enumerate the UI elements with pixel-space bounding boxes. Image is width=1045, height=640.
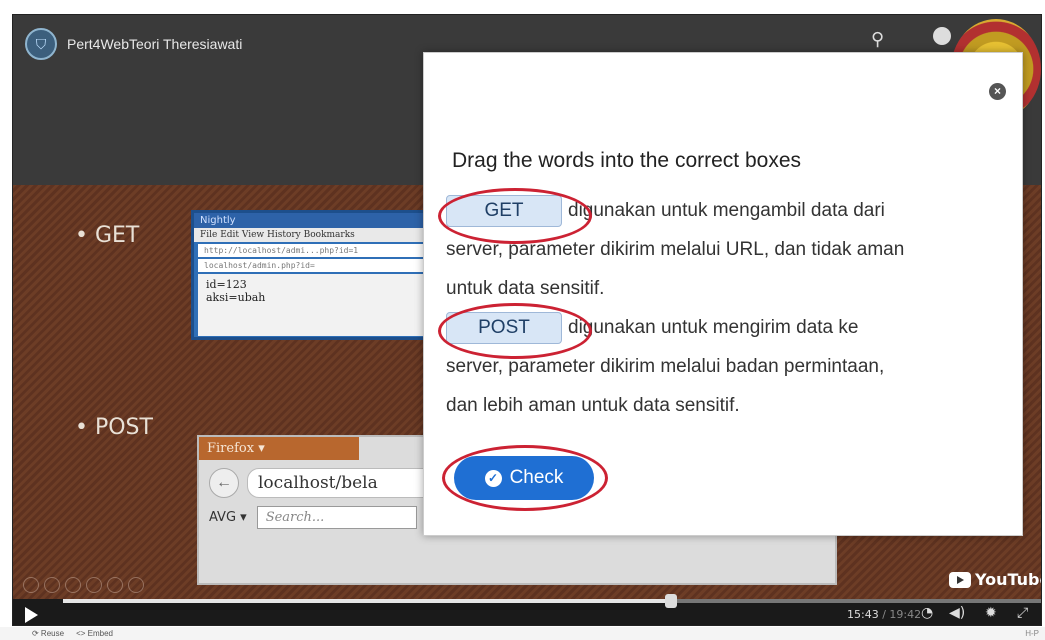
annotation-toolbar	[23, 577, 144, 593]
youtube-play-icon	[949, 571, 971, 588]
page-footer: ⟳ Reuse <> Embed H-P	[0, 627, 1045, 640]
avg-label: AVG ▾	[209, 510, 247, 525]
video-player: ⛉ Pert4WebTeori Theresiawati ⚲ • GET • P…	[12, 14, 1042, 626]
watch-later-icon[interactable]	[933, 27, 951, 45]
progress-fill	[63, 599, 671, 603]
screenshot-tab: Firefox ▾	[199, 437, 359, 460]
screenshot-url-2: localhost/admin.php?id=	[198, 259, 424, 272]
check-button[interactable]: ✓ Check	[454, 456, 594, 500]
task-line: server, parameter dikirim melalui badan …	[446, 356, 885, 377]
drop-box-post[interactable]: POST	[446, 311, 562, 344]
task-line: server, parameter dikirim melalui URL, d…	[446, 239, 905, 260]
drop-box-get[interactable]: GET	[446, 194, 562, 227]
youtube-logo[interactable]: YouTube	[949, 570, 1041, 589]
video-title[interactable]: Pert4WebTeori Theresiawati	[67, 36, 242, 52]
screenshot-body-line: aksi=ubah	[206, 291, 266, 305]
task-line: POST digunakan untuk mengirim data ke	[446, 308, 1006, 347]
tool-icon[interactable]	[128, 577, 144, 593]
time-display: 15:43 / 19:42	[847, 608, 921, 621]
check-button-label: Check	[509, 467, 564, 488]
current-time: 15:43	[847, 608, 879, 621]
search-icon[interactable]: ⚲	[871, 29, 884, 50]
progress-scrubber[interactable]	[664, 594, 677, 608]
progress-bar[interactable]	[63, 594, 1041, 608]
browser-screenshot-get: Nightly File Edit View History Bookmarks…	[191, 210, 431, 340]
task-text: digunakan untuk mengambil data dari	[568, 200, 885, 221]
modal-title: Drag the words into the correct boxes	[452, 149, 802, 172]
drag-task-text: GET digunakan untuk mengambil data dari s…	[446, 191, 1006, 425]
tool-icon[interactable]	[23, 577, 39, 593]
tool-icon[interactable]	[44, 577, 60, 593]
screenshot-title: Nightly	[194, 213, 428, 228]
screenshot-url: http://localhost/admi...php?id=1	[198, 244, 424, 257]
play-icon[interactable]	[25, 607, 38, 623]
bullet-post: • POST	[75, 415, 153, 440]
tool-icon[interactable]	[86, 577, 102, 593]
task-line: untuk data sensitif.	[446, 278, 605, 299]
task-line: dan lebih aman untuk data sensitif.	[446, 395, 740, 416]
avg-search: Search...	[256, 506, 417, 529]
settings-gear-icon[interactable]: ✹	[985, 605, 997, 621]
footer-brand: H-P	[1025, 629, 1039, 638]
reuse-link[interactable]: ⟳ Reuse	[32, 629, 64, 638]
player-controls: 15:43 / 19:42 ◔ ◀) ✹ ⤢	[13, 594, 1041, 625]
screenshot-body: id=123 aksi=ubah	[198, 274, 424, 336]
back-arrow-icon: ←	[209, 468, 239, 498]
task-text: digunakan untuk mengirim data ke	[568, 317, 859, 338]
task-line: GET digunakan untuk mengambil data dari	[446, 191, 1006, 230]
youtube-logo-text: YouTube	[975, 570, 1041, 589]
drag-words-modal: × Drag the words into the correct boxes …	[423, 52, 1023, 536]
bullet-get: • GET	[75, 223, 140, 248]
embed-link[interactable]: <> Embed	[76, 629, 113, 638]
tool-icon[interactable]	[107, 577, 123, 593]
volume-icon[interactable]: ◀)	[949, 605, 965, 621]
close-icon[interactable]: ×	[989, 83, 1006, 100]
screenshot-body-line: id=123	[206, 278, 247, 291]
speed-gauge-icon[interactable]: ◔	[921, 605, 933, 621]
tool-icon[interactable]	[65, 577, 81, 593]
fullscreen-icon[interactable]: ⤢	[1017, 605, 1028, 621]
screenshot-menu: File Edit View History Bookmarks	[194, 228, 428, 242]
duration: / 19:42	[882, 608, 922, 621]
channel-avatar[interactable]: ⛉	[25, 28, 57, 60]
check-icon: ✓	[484, 469, 502, 487]
